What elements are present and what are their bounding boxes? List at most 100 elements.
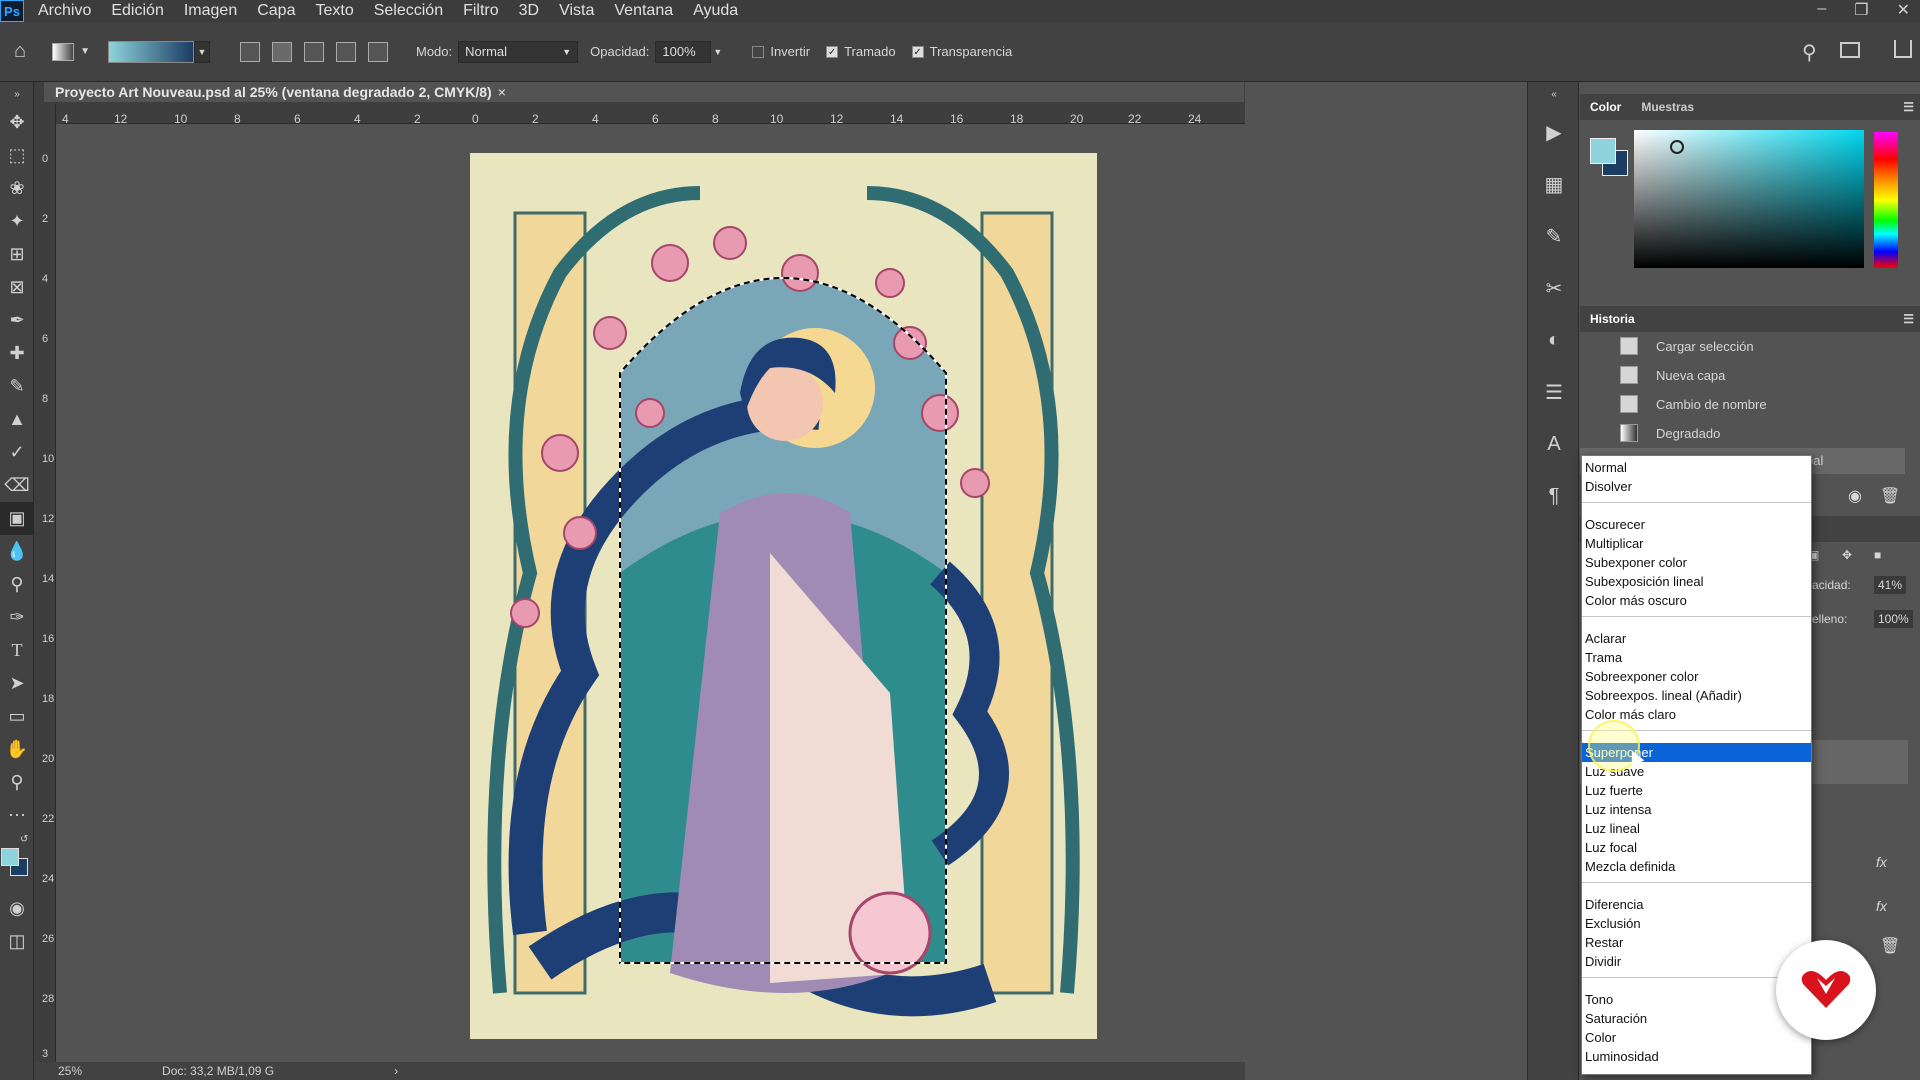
- tab-swatches[interactable]: Muestras: [1631, 100, 1704, 114]
- close-icon[interactable]: ✕: [1897, 0, 1910, 20]
- eyedropper-tool-icon[interactable]: ✒: [0, 304, 34, 337]
- tool-presets-icon[interactable]: ✂: [1528, 262, 1580, 314]
- swap-colors-icon[interactable]: ↺: [20, 834, 28, 845]
- history-brush-tool-icon[interactable]: ✓: [0, 436, 34, 469]
- expand-panels-icon[interactable]: «: [1528, 82, 1580, 106]
- radial-gradient-button[interactable]: [272, 41, 292, 62]
- angle-gradient-button[interactable]: [304, 41, 324, 62]
- history-item[interactable]: Degradado: [1580, 419, 1920, 447]
- blend-mode-option[interactable]: Luz fuerte: [1582, 781, 1811, 800]
- rectangle-tool-icon[interactable]: ▭: [0, 700, 34, 733]
- menu-vista[interactable]: Vista: [559, 2, 594, 20]
- blend-mode-option[interactable]: Dividir: [1582, 952, 1811, 971]
- blend-mode-option[interactable]: Mezcla definida: [1582, 857, 1811, 876]
- brush-tool-icon[interactable]: ✎: [0, 370, 34, 403]
- stamp-tool-icon[interactable]: ▲: [0, 403, 34, 436]
- hand-tool-icon[interactable]: ✋: [0, 733, 34, 766]
- menu-filtro[interactable]: Filtro: [463, 2, 499, 20]
- color-spectrum-field[interactable]: [1634, 130, 1864, 268]
- blend-mode-option[interactable]: Trama: [1582, 648, 1811, 667]
- opacity-field[interactable]: 100%: [655, 40, 712, 63]
- eraser-tool-icon[interactable]: ⌫: [0, 469, 34, 502]
- restore-icon[interactable]: ❐: [1854, 0, 1868, 20]
- blend-mode-option[interactable]: Restar: [1582, 933, 1811, 952]
- blend-mode-option[interactable]: Luz intensa: [1582, 800, 1811, 819]
- blend-mode-option[interactable]: Color más oscuro: [1582, 591, 1811, 610]
- tab-history[interactable]: Historia: [1580, 312, 1645, 326]
- blend-mode-option[interactable]: Sobreexpos. lineal (Añadir): [1582, 686, 1811, 705]
- workspace-icon[interactable]: [1840, 42, 1860, 58]
- blend-mode-option[interactable]: Subexponer color: [1582, 553, 1811, 572]
- blend-mode-option[interactable]: Aclarar: [1582, 629, 1811, 648]
- chevron-down-icon[interactable]: ▼: [80, 46, 90, 57]
- mode-select[interactable]: Normal ▼: [458, 40, 579, 63]
- adjustments-icon[interactable]: ◐: [1528, 314, 1580, 366]
- blend-mode-option[interactable]: Normal: [1582, 458, 1811, 477]
- share-icon[interactable]: [1894, 40, 1912, 58]
- foreground-color-chip[interactable]: [1590, 138, 1616, 164]
- brush-settings-icon[interactable]: ✎: [1528, 210, 1580, 262]
- dodge-tool-icon[interactable]: ⚲: [0, 568, 34, 601]
- menu-ventana[interactable]: Ventana: [614, 2, 673, 20]
- more-tools-icon[interactable]: ⋯: [0, 799, 34, 832]
- crop-tool-icon[interactable]: ⊞: [0, 238, 34, 271]
- path-selection-tool-icon[interactable]: ➤: [0, 667, 34, 700]
- menu-edicion[interactable]: Edición: [111, 2, 163, 20]
- color-picker-handle[interactable]: [1670, 140, 1684, 154]
- dither-checkbox[interactable]: ✓: [826, 45, 839, 58]
- trash-icon[interactable]: 🗑: [1880, 936, 1900, 956]
- fx-icon[interactable]: fx: [1876, 898, 1887, 914]
- panel-menu-icon[interactable]: ☰: [1903, 312, 1914, 326]
- fx-icon[interactable]: fx: [1876, 854, 1887, 870]
- collapse-icon[interactable]: »: [0, 82, 34, 106]
- document-canvas[interactable]: [470, 153, 1097, 1039]
- close-tab-icon[interactable]: ×: [498, 84, 506, 100]
- actions-play-icon[interactable]: ▶: [1528, 106, 1580, 158]
- fill-value[interactable]: 100%: [1874, 610, 1913, 628]
- lock-position-icon[interactable]: ✥: [1842, 548, 1852, 562]
- quick-mask-icon[interactable]: ◉: [0, 892, 34, 925]
- invert-checkbox[interactable]: [752, 45, 765, 58]
- menu-3d[interactable]: 3D: [519, 2, 539, 20]
- properties-icon[interactable]: ▦: [1528, 158, 1580, 210]
- history-item[interactable]: Cambio de nombre: [1580, 390, 1920, 418]
- marquee-tool-icon[interactable]: ⬚: [0, 139, 34, 172]
- menu-archivo[interactable]: Archivo: [38, 2, 91, 20]
- chevron-right-icon[interactable]: ›: [394, 1064, 398, 1078]
- linear-gradient-button[interactable]: [240, 41, 260, 62]
- pen-tool-icon[interactable]: ✑: [0, 601, 34, 634]
- character-icon[interactable]: A: [1528, 418, 1580, 470]
- camera-icon[interactable]: ◉: [1848, 486, 1862, 506]
- panel-menu-icon[interactable]: ☰: [1903, 100, 1914, 114]
- minimize-icon[interactable]: –: [1817, 0, 1826, 20]
- screen-mode-icon[interactable]: ◫: [0, 925, 34, 958]
- paragraph-icon[interactable]: ¶: [1528, 470, 1580, 522]
- type-tool-icon[interactable]: T: [0, 634, 34, 667]
- document-tab[interactable]: Proyecto Art Nouveau.psd al 25% (ventana…: [44, 82, 1244, 102]
- blend-mode-option[interactable]: Oscurecer: [1582, 515, 1811, 534]
- blur-tool-icon[interactable]: 💧: [0, 535, 34, 568]
- move-tool-icon[interactable]: ✥: [0, 106, 34, 139]
- blend-mode-option[interactable]: Multiplicar: [1582, 534, 1811, 553]
- blend-mode-option[interactable]: Luz lineal: [1582, 819, 1811, 838]
- tab-color[interactable]: Color: [1580, 100, 1631, 114]
- history-item[interactable]: Cargar selección: [1580, 332, 1920, 360]
- zoom-tool-icon[interactable]: ⚲: [0, 766, 34, 799]
- gradient-tool-icon[interactable]: ▣: [0, 502, 34, 535]
- hue-slider[interactable]: [1874, 132, 1898, 268]
- healing-brush-tool-icon[interactable]: ✚: [0, 337, 34, 370]
- diamond-gradient-button[interactable]: [368, 41, 388, 62]
- home-icon[interactable]: ⌂: [14, 40, 26, 63]
- blend-mode-option[interactable]: Exclusión: [1582, 914, 1811, 933]
- foreground-color-swatch[interactable]: [1, 848, 19, 866]
- blend-mode-option[interactable]: Diferencia: [1582, 895, 1811, 914]
- menu-seleccion[interactable]: Selección: [374, 2, 443, 20]
- zoom-level[interactable]: 25%: [58, 1064, 82, 1078]
- blend-mode-option[interactable]: Sobreexponer color: [1582, 667, 1811, 686]
- blend-mode-option[interactable]: Color: [1582, 1028, 1811, 1047]
- blend-mode-option[interactable]: Luz focal: [1582, 838, 1811, 857]
- blend-mode-option[interactable]: Subexposición lineal: [1582, 572, 1811, 591]
- blend-mode-option[interactable]: Saturación: [1582, 1009, 1811, 1028]
- menu-ayuda[interactable]: Ayuda: [693, 2, 738, 20]
- lasso-tool-icon[interactable]: ❀: [0, 172, 34, 205]
